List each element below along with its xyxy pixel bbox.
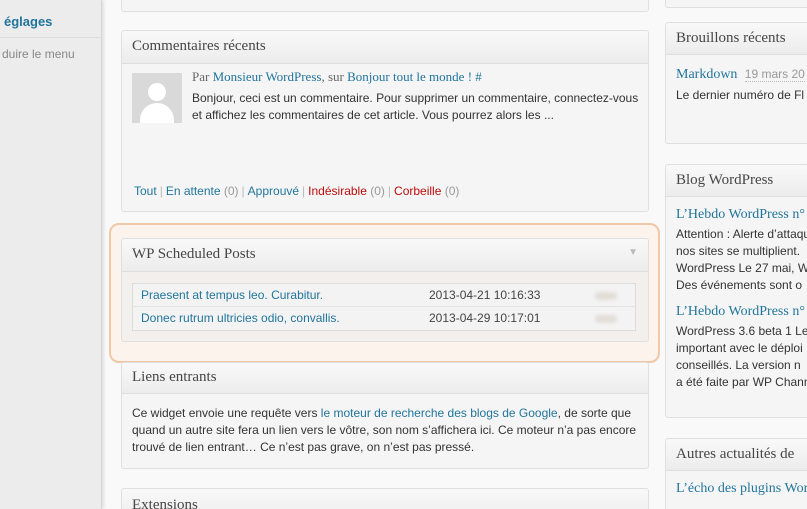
recent-drafts-title: Brouillons récents bbox=[666, 23, 807, 55]
extensions-title: Extensions bbox=[122, 489, 648, 509]
spam-count: (0) bbox=[370, 184, 385, 198]
draft-link[interactable]: Markdown bbox=[676, 67, 737, 82]
trash-count: (0) bbox=[444, 184, 460, 198]
filter-trash-link[interactable]: Corbeille bbox=[394, 184, 441, 198]
filter-spam-link[interactable]: Indésirable bbox=[308, 184, 367, 198]
recent-drafts-widget: Brouillons récents Markdown 19 mars 20 L… bbox=[665, 22, 807, 144]
comment-excerpt: Bonjour, ceci est un commentaire. Pour s… bbox=[192, 91, 639, 122]
other-news-widget: Autres actualités de L’écho des plugins … bbox=[665, 438, 807, 509]
blog-post-excerpt-line: nos sites se multiplient. bbox=[676, 244, 801, 258]
wordpress-blog-widget: Blog WordPress L’Hebdo WordPress n° Atte… bbox=[665, 164, 807, 418]
sidebar-item-settings[interactable]: églages bbox=[0, 6, 102, 38]
wordpress-blog-title: Blog WordPress bbox=[666, 165, 807, 197]
scheduled-date: 2013-04-29 10:17:01 bbox=[429, 311, 541, 325]
table-row: Donec rutrum ultricies odio, convallis. … bbox=[133, 307, 635, 330]
avatar bbox=[132, 73, 182, 123]
blog-post-excerpt-line: WordPress 3.6 beta 1 Le bbox=[676, 324, 807, 338]
scheduled-posts-widget: WP Scheduled Posts ▼ Praesent at tempus … bbox=[121, 238, 649, 342]
extensions-widget: Extensions bbox=[121, 488, 649, 509]
blog-post-link[interactable]: L’Hebdo WordPress n° bbox=[676, 207, 805, 223]
comment-meta: Par Monsieur WordPress, sur Bonjour tout… bbox=[192, 69, 482, 84]
table-row: Praesent at tempus leo. Curabitur. 2013-… bbox=[133, 284, 635, 307]
scheduled-post-link[interactable]: Donec rutrum ultricies odio, convallis. bbox=[141, 307, 340, 330]
scheduled-posts-table: Praesent at tempus leo. Curabitur. 2013-… bbox=[132, 283, 636, 331]
triangle-down-icon[interactable]: ▼ bbox=[628, 247, 638, 258]
recent-comments-title: Commentaires récents bbox=[122, 31, 648, 64]
incoming-links-title: Liens entrants bbox=[122, 363, 648, 394]
comment-post-link[interactable]: Bonjour tout le monde ! # bbox=[347, 69, 482, 84]
incoming-links-widget: Liens entrants Ce widget envoie une requ… bbox=[121, 362, 649, 469]
scheduled-post-link[interactable]: Praesent at tempus leo. Curabitur. bbox=[141, 284, 323, 307]
draft-excerpt: Le dernier numéro de Fl bbox=[676, 88, 805, 102]
google-blog-search-link[interactable]: le moteur de recherche des blogs de Goog… bbox=[321, 406, 558, 420]
recent-comments-widget: Commentaires récents Par Monsieur WordPr… bbox=[121, 30, 649, 212]
collapse-menu-link[interactable]: duire le menu bbox=[0, 47, 102, 61]
other-news-title: Autres actualités de bbox=[666, 439, 807, 471]
pending-count: (0) bbox=[223, 184, 239, 198]
incoming-links-text: Ce widget envoie une requête vers le mot… bbox=[132, 406, 637, 454]
blog-post-excerpt-line: important avec le déploi bbox=[676, 341, 803, 355]
scheduled-date: 2013-04-21 10:16:33 bbox=[429, 288, 541, 302]
comment-filter-links: Tout | En attente (0) | Approuvé | Indésirable… bbox=[134, 184, 460, 198]
blurred-action bbox=[595, 315, 617, 323]
blog-post-excerpt-line: Attention : Alerte d’attaqu bbox=[676, 227, 807, 241]
blurred-action bbox=[595, 292, 617, 300]
top-right-widget bbox=[665, 0, 807, 8]
admin-sidebar: églages duire le menu bbox=[0, 0, 102, 509]
blog-post-excerpt-line: WordPress Le 27 mai, W bbox=[676, 261, 807, 275]
blog-post-excerpt-line: conseillés. La version n bbox=[676, 358, 801, 372]
filter-all-link[interactable]: Tout bbox=[134, 184, 157, 198]
filter-approved-link[interactable]: Approuvé bbox=[248, 184, 299, 198]
blog-post-excerpt-line: a été faite par WP Chann bbox=[676, 375, 807, 389]
draft-date: 19 mars 20 bbox=[744, 67, 805, 82]
blog-post-link[interactable]: L’Hebdo WordPress n° bbox=[676, 304, 805, 320]
scheduled-posts-title: WP Scheduled Posts bbox=[122, 239, 648, 272]
filter-pending-link[interactable]: En attente bbox=[166, 184, 221, 198]
previous-widget bbox=[121, 0, 649, 12]
comment-author-link[interactable]: Monsieur WordPress bbox=[213, 69, 322, 84]
blog-post-excerpt-line: Des événements sont o bbox=[676, 278, 803, 292]
other-news-link[interactable]: L’écho des plugins Wor bbox=[676, 481, 807, 496]
